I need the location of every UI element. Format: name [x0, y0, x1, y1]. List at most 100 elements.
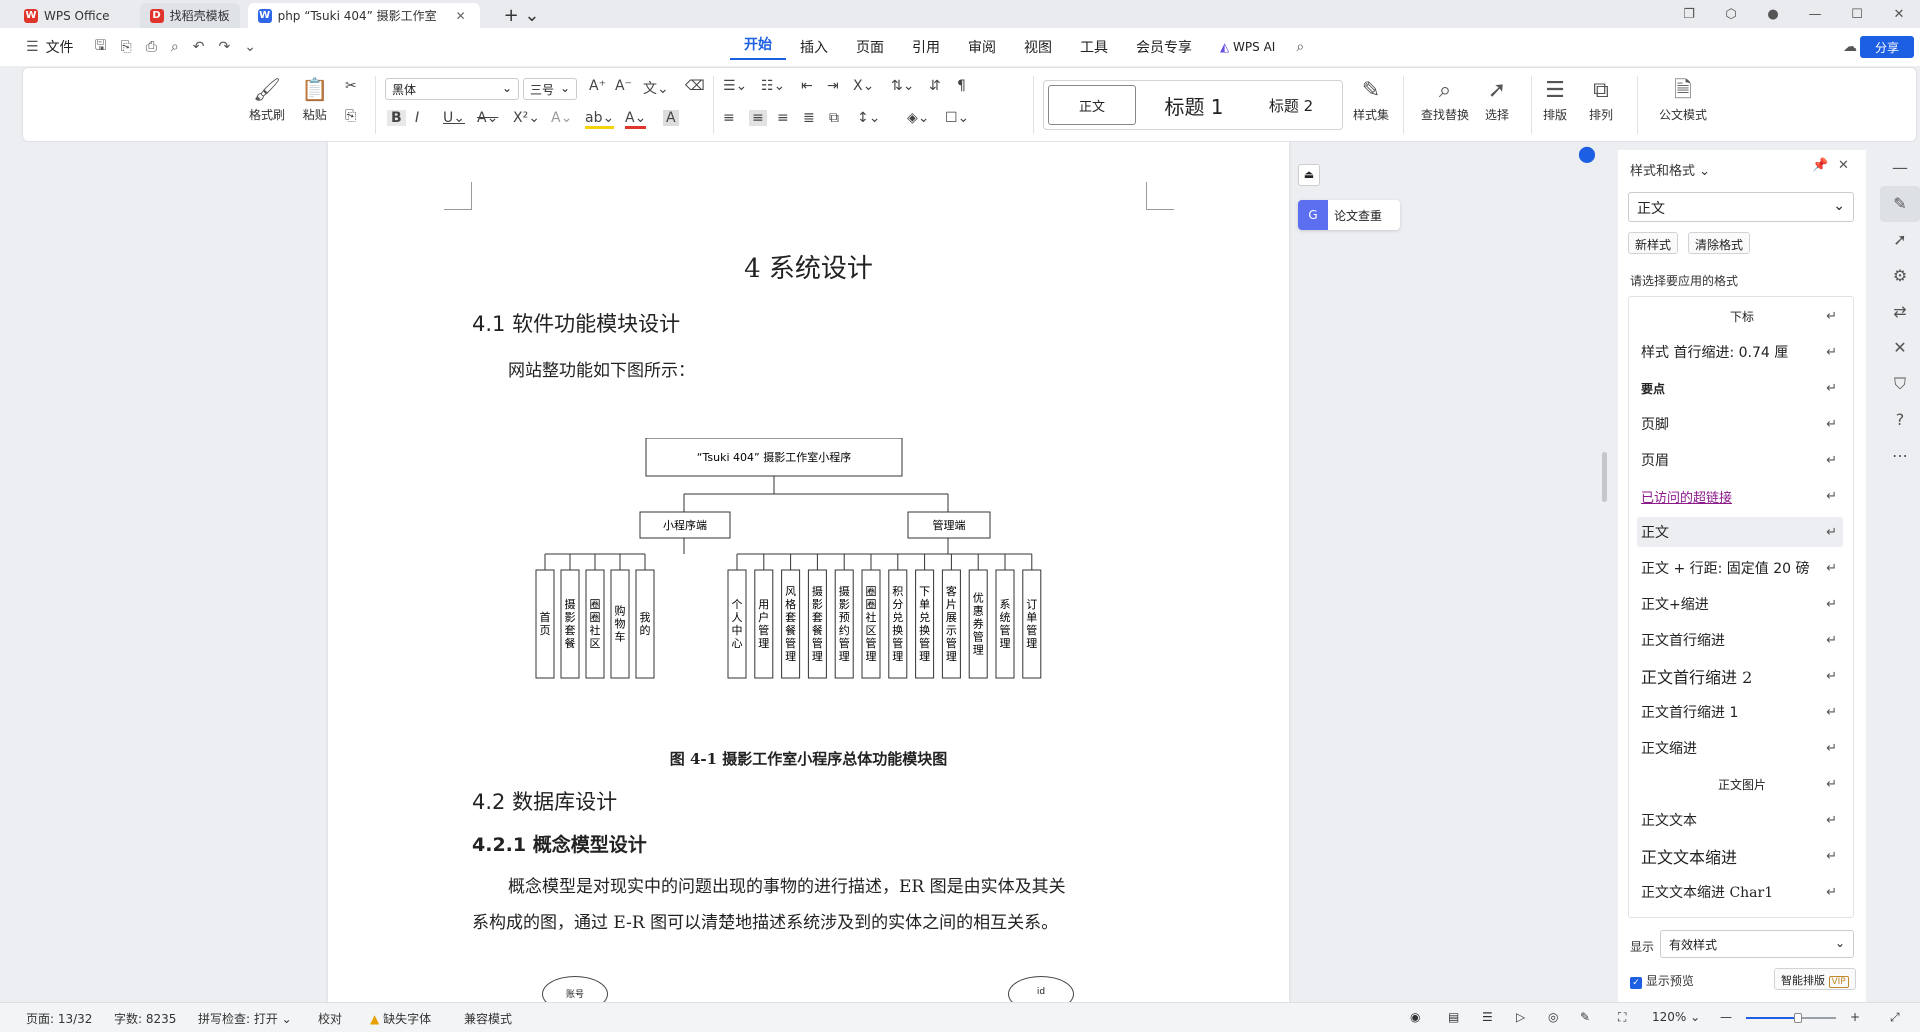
tools-icon[interactable]: ✕ — [1880, 330, 1920, 366]
cube-icon[interactable]: ⬡ — [1710, 7, 1752, 22]
help-icon[interactable]: ? — [1880, 402, 1920, 438]
tab-page[interactable]: 页面 — [842, 37, 898, 57]
tab-document[interactable]: Wphp “Tsuki 404” 摄影工作室 ✕ — [247, 3, 480, 28]
close-window-icon[interactable]: ✕ — [1878, 7, 1920, 22]
file-menu[interactable]: 文件 — [46, 37, 88, 57]
smart-layout-button[interactable]: 智能排版 VIP — [1774, 968, 1856, 990]
style-item[interactable]: 正文 + 行距: 固定值 20 磅 ↵ — [1637, 553, 1843, 583]
line-spacing-icon[interactable]: ↕⌄ — [857, 110, 880, 126]
maximize-icon[interactable]: ☐ — [1836, 7, 1878, 22]
tab-wps-office[interactable]: W WPS Office — [14, 3, 120, 28]
decrease-indent-icon[interactable]: ⇤ — [801, 78, 813, 94]
style-item[interactable]: 下标 ↵ — [1637, 301, 1843, 331]
select-button[interactable]: ➚ 选择 — [1485, 76, 1509, 123]
arrange-button[interactable]: ⧉ 排列 — [1589, 76, 1613, 123]
copy-icon[interactable]: ⎘ — [345, 108, 356, 124]
shield-icon[interactable]: ⛉ — [1880, 366, 1920, 402]
style-item[interactable]: 正文文本缩进 ↵ — [1637, 841, 1843, 871]
style-item[interactable]: 页脚 ↵ — [1637, 409, 1843, 439]
shrink-font-icon[interactable]: A⁻ — [615, 78, 632, 94]
pin-icon[interactable]: 📌 — [1812, 158, 1828, 173]
tab-home[interactable]: 开始 — [730, 34, 786, 60]
style-item[interactable]: 页眉 ↵ — [1637, 445, 1843, 475]
shading-icon[interactable]: ◈⌄ — [907, 110, 930, 126]
italic-icon[interactable]: I — [415, 110, 419, 126]
style-item[interactable]: 正文首行缩进 2 ↵ — [1637, 661, 1843, 691]
style-item[interactable]: 已访问的超链接 ↵ — [1637, 481, 1843, 511]
show-filter-select[interactable]: 有效样式 ⌄ — [1660, 930, 1854, 958]
az-sort-icon[interactable]: ⇵ — [929, 78, 941, 94]
find-replace-button[interactable]: ⌕ 查找替换 — [1421, 76, 1469, 123]
show-marks-icon[interactable]: ¶ — [957, 78, 966, 94]
missing-font-warning[interactable]: ▲ 缺失字体 — [370, 1010, 431, 1027]
text-direction-icon[interactable]: Ⅹ⌄ — [853, 78, 874, 94]
align-center-icon[interactable]: ≡ — [749, 110, 767, 126]
edit-pen-icon[interactable]: ✎ — [1880, 186, 1920, 222]
close-tab-icon[interactable]: ✕ — [456, 9, 466, 23]
char-shading-icon[interactable]: A — [663, 110, 679, 126]
panel-title[interactable]: 样式和格式 ⌄ — [1630, 160, 1710, 179]
distribute-icon[interactable]: ⧉ — [829, 110, 839, 126]
tab-view[interactable]: 视图 — [1010, 37, 1066, 57]
hamburger-icon[interactable]: ☰ — [26, 39, 39, 55]
format-painter-button[interactable]: 🖌 格式刷 — [249, 76, 285, 123]
border-icon[interactable]: ☐⌄ — [945, 110, 969, 126]
clear-format-button[interactable]: 清除格式 — [1688, 232, 1751, 254]
align-right-icon[interactable]: ≡ — [777, 110, 789, 126]
style-item[interactable]: 正文 ↵ — [1637, 517, 1843, 547]
paste-button[interactable]: 📋 粘贴 — [301, 76, 328, 123]
undo-icon[interactable]: ↶ — [193, 39, 205, 55]
fit-icon[interactable]: ⛶ — [1618, 1010, 1626, 1025]
text-effect-icon[interactable]: A⌄ — [551, 110, 572, 126]
increase-indent-icon[interactable]: ⇥ — [827, 78, 839, 94]
formula-mode-button[interactable]: 🗎 公文模式 — [1659, 76, 1707, 123]
bullet-list-icon[interactable]: ☰⌄ — [723, 78, 747, 94]
search-icon[interactable]: ⌕ — [1296, 39, 1304, 55]
underline-icon[interactable]: U⌄ — [443, 110, 465, 126]
eraser-icon[interactable]: ⌫ — [685, 78, 705, 94]
style-item[interactable]: 正文首行缩进 1 ↵ — [1637, 697, 1843, 727]
strikethrough-icon[interactable]: A⌄ — [477, 110, 498, 126]
style-heading-1[interactable]: 标题 1 — [1144, 85, 1244, 125]
tab-references[interactable]: 引用 — [898, 37, 954, 57]
font-size-select[interactable]: 三号 ⌄ — [523, 78, 577, 100]
web-view-icon[interactable]: ◎ — [1548, 1010, 1558, 1024]
print-icon[interactable]: ⎙ — [146, 39, 157, 55]
pen-mode-icon[interactable]: ✎ — [1580, 1010, 1590, 1024]
style-item[interactable]: 正文文本缩进 Char1 ↵ — [1637, 877, 1843, 907]
document-area[interactable]: 4 系统设计 4.1 软件功能模块设计 网站整功能如下图所示： “Tsuki 4… — [10, 142, 1610, 1002]
style-item[interactable]: 正文图片 ↵ — [1637, 769, 1843, 799]
tab-insert[interactable]: 插入 — [786, 37, 842, 57]
translate-icon[interactable]: ⇄ — [1880, 294, 1920, 330]
show-preview-checkbox[interactable]: ✓ 显示预览 — [1630, 972, 1694, 989]
tab-templates[interactable]: D 找稻壳模板 — [139, 3, 240, 28]
style-item[interactable]: 正文+缩进 ↵ — [1637, 589, 1843, 619]
style-item[interactable]: 要点 ↵ — [1637, 373, 1843, 403]
scroll-up-button[interactable]: ⏏ — [1298, 164, 1320, 186]
share-button[interactable]: 分享 — [1860, 36, 1914, 58]
play-icon[interactable]: ▷ — [1516, 1010, 1525, 1024]
bold-icon[interactable]: B — [387, 110, 406, 126]
wps-ai-button[interactable]: ◭ WPS AI — [1206, 40, 1289, 54]
zoom-out-icon[interactable]: — — [1720, 1010, 1732, 1024]
select-cursor-icon[interactable]: ➚ — [1880, 222, 1920, 258]
new-style-button[interactable]: 新样式 — [1628, 232, 1679, 254]
cut-icon[interactable]: ✂ — [345, 78, 357, 94]
justify-icon[interactable]: ≣ — [803, 110, 815, 126]
proofread-button[interactable]: 校对 — [318, 1010, 342, 1027]
page-view-icon[interactable]: ▤ — [1448, 1010, 1459, 1024]
tab-member[interactable]: 会员专享 — [1122, 37, 1206, 57]
sort-icon[interactable]: ⇅⌄ — [891, 78, 914, 94]
font-name-select[interactable]: 黑体 ⌄ — [385, 78, 519, 100]
new-tab-button[interactable]: + ⌄ — [494, 3, 550, 28]
minimize-icon[interactable]: — — [1794, 7, 1836, 22]
cloud-icon[interactable]: ☁ — [1843, 39, 1857, 55]
layout-button[interactable]: ☰ 排版 — [1543, 76, 1567, 123]
plagiarism-check-button[interactable]: G 论文查重 — [1298, 200, 1400, 230]
collapse-icon[interactable]: — — [1880, 150, 1920, 186]
style-normal[interactable]: 正文 — [1048, 85, 1136, 125]
vertical-scrollbar[interactable] — [1602, 452, 1607, 502]
page-count[interactable]: 页面: 13/32 — [26, 1010, 92, 1027]
numbered-list-icon[interactable]: ☷⌄ — [761, 78, 785, 94]
superscript-icon[interactable]: X²⌄ — [513, 110, 540, 126]
